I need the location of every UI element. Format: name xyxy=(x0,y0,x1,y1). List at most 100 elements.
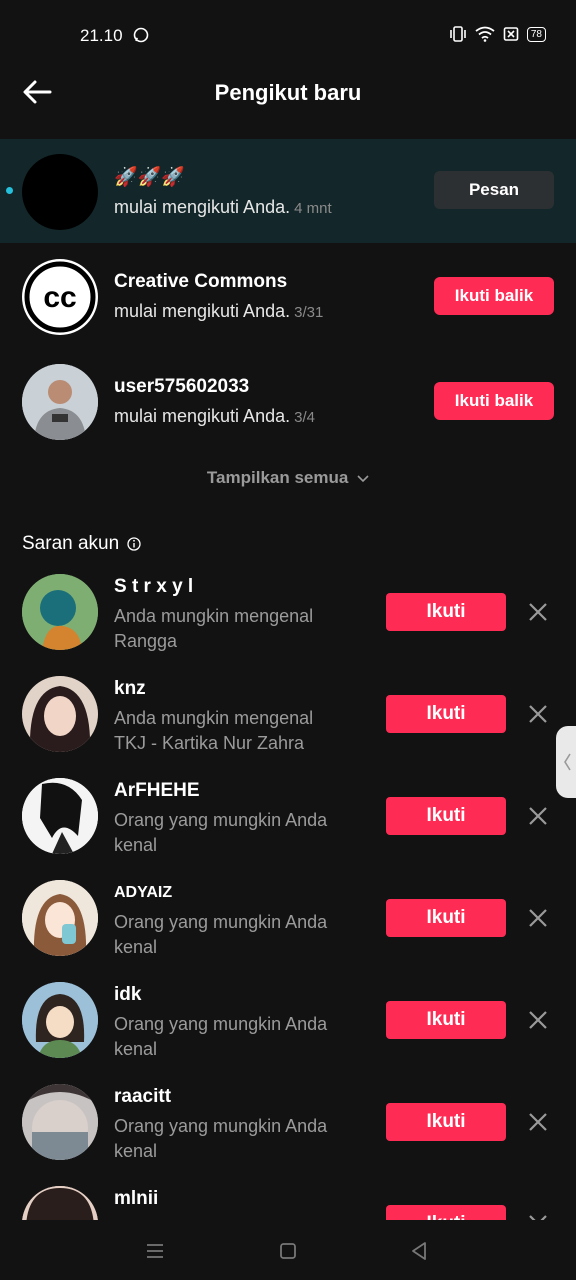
suggestion-reason: Orang yang mungkin Anda kenal xyxy=(114,1114,364,1164)
follower-action-text: mulai mengikuti Anda. xyxy=(114,406,291,426)
close-icon[interactable] xyxy=(526,600,550,624)
page-title: Pengikut baru xyxy=(214,80,362,105)
suggestion-name[interactable]: mlnii xyxy=(114,1188,158,1210)
avatar[interactable]: cc xyxy=(22,259,98,335)
follow-button[interactable]: Ikuti xyxy=(386,1205,506,1220)
suggestion-name[interactable]: ADYAIZ xyxy=(114,884,172,902)
menu-icon[interactable] xyxy=(144,1240,166,1262)
follower-action-text: mulai mengikuti Anda. xyxy=(114,197,291,217)
anime-girl-avatar-icon xyxy=(22,880,98,956)
suggestions-heading: Saran akun xyxy=(22,533,141,555)
follower-row[interactable]: 🚀🚀🚀 mulai mengikuti Anda. 4 mnt Pesan xyxy=(0,139,576,243)
chevron-down-icon xyxy=(357,474,369,482)
follower-row[interactable]: user575602033 mulai mengikuti Anda. 3/4 I… xyxy=(0,348,576,452)
follow-time: 4 mnt xyxy=(294,200,332,217)
header: Pengikut baru xyxy=(0,60,576,126)
face-photo-icon xyxy=(22,1084,98,1160)
follower-name[interactable]: Creative Commons xyxy=(114,271,287,293)
avatar[interactable] xyxy=(22,154,98,230)
reason-line: kenal xyxy=(114,835,158,855)
reason-line: kenal xyxy=(114,1141,158,1161)
follower-action: mulai mengikuti Anda. 3/31 xyxy=(114,301,323,322)
reason-line: Anda mungkin mengenal xyxy=(114,606,314,626)
reason-line: kenal xyxy=(114,1039,158,1059)
suggestion-reason: Anda mungkin mengenal TKJ - Kartika Nur … xyxy=(114,706,364,756)
avatar[interactable] xyxy=(22,982,98,1058)
face-photo-icon xyxy=(22,1186,98,1220)
follower-row[interactable]: cc Creative Commons mulai mengikuti Anda… xyxy=(0,243,576,347)
follow-button[interactable]: Ikuti xyxy=(386,1103,506,1141)
avatar[interactable] xyxy=(22,574,98,650)
reason-line: Rangga xyxy=(114,631,178,651)
suggestion-name[interactable]: knz xyxy=(114,678,146,700)
follower-name[interactable]: 🚀🚀🚀 xyxy=(114,165,185,189)
reason-line: Orang yang mungkin Anda xyxy=(114,810,328,830)
suggestion-reason: Anda mungkin mengenal Rangga xyxy=(114,604,364,654)
unread-dot xyxy=(6,187,13,194)
close-icon[interactable] xyxy=(526,1110,550,1134)
girl-photo-icon xyxy=(22,676,98,752)
suggestion-row[interactable]: ADYAIZ Orang yang mungkin Anda kenal Iku… xyxy=(0,880,576,980)
whatsapp-icon xyxy=(133,27,149,43)
follow-time: 3/4 xyxy=(294,409,315,426)
follow-back-button[interactable]: Ikuti balik xyxy=(434,382,554,420)
suggestion-name[interactable]: idk xyxy=(114,984,141,1006)
svg-text:cc: cc xyxy=(43,281,76,314)
close-icon[interactable] xyxy=(526,804,550,828)
follower-action: mulai mengikuti Anda. 3/4 xyxy=(114,406,315,427)
close-icon[interactable] xyxy=(526,906,550,930)
side-panel-handle[interactable] xyxy=(556,726,576,798)
suggestion-row[interactable]: mlnii Ikuti xyxy=(0,1186,576,1220)
avatar[interactable] xyxy=(22,676,98,752)
home-square-icon[interactable] xyxy=(277,1240,299,1262)
avatar[interactable] xyxy=(22,364,98,440)
status-time: 21.10 xyxy=(80,26,123,45)
reason-line: Anda mungkin mengenal xyxy=(114,708,314,728)
suggestion-reason: Orang yang mungkin Anda kenal xyxy=(114,808,364,858)
message-button[interactable]: Pesan xyxy=(434,171,554,209)
creative-commons-logo-icon: cc xyxy=(24,261,96,333)
follower-name[interactable]: user575602033 xyxy=(114,376,249,398)
person-photo-icon xyxy=(22,364,98,440)
close-icon[interactable] xyxy=(526,1008,550,1032)
follow-button[interactable]: Ikuti xyxy=(386,899,506,937)
avatar[interactable] xyxy=(22,1186,98,1220)
back-triangle-icon[interactable] xyxy=(408,1240,430,1262)
vibrate-icon xyxy=(450,26,466,42)
anime-character-avatar-icon xyxy=(22,982,98,1058)
close-icon[interactable] xyxy=(526,1212,550,1220)
suggestion-row[interactable]: idk Orang yang mungkin Anda kenal Ikuti xyxy=(0,982,576,1082)
follow-time: 3/31 xyxy=(294,304,324,321)
suggestion-name[interactable]: S t r x y l xyxy=(114,576,193,598)
no-sim-icon xyxy=(503,27,519,41)
avatar[interactable] xyxy=(22,1084,98,1160)
close-icon[interactable] xyxy=(526,702,550,726)
manga-avatar-icon xyxy=(22,778,98,854)
suggestion-name[interactable]: ArFHEHE xyxy=(114,780,200,802)
reason-line: Orang yang mungkin Anda xyxy=(114,1014,328,1034)
show-all-link[interactable]: Tampilkan semua xyxy=(0,468,576,488)
reason-line: Orang yang mungkin Anda xyxy=(114,1116,328,1136)
cartoon-avatar-icon xyxy=(22,574,98,650)
show-all-label: Tampilkan semua xyxy=(206,468,349,487)
follow-back-button[interactable]: Ikuti balik xyxy=(434,277,554,315)
suggestion-reason: Orang yang mungkin Anda kenal xyxy=(114,910,364,960)
reason-line: TKJ - Kartika Nur Zahra xyxy=(114,733,305,753)
follower-action-text: mulai mengikuti Anda. xyxy=(114,301,291,321)
suggestion-row[interactable]: ArFHEHE Orang yang mungkin Anda kenal Ik… xyxy=(0,778,576,878)
info-icon[interactable] xyxy=(127,537,141,551)
reason-line: Orang yang mungkin Anda xyxy=(114,912,328,932)
follow-button[interactable]: Ikuti xyxy=(386,593,506,631)
avatar[interactable] xyxy=(22,778,98,854)
suggestion-name[interactable]: raacitt xyxy=(114,1086,171,1108)
avatar[interactable] xyxy=(22,880,98,956)
follow-button[interactable]: Ikuti xyxy=(386,1001,506,1039)
follow-button[interactable]: Ikuti xyxy=(386,695,506,733)
system-nav-bar xyxy=(0,1220,576,1280)
system-icons: 78 xyxy=(449,26,546,42)
suggestion-row[interactable]: raacitt Orang yang mungkin Anda kenal Ik… xyxy=(0,1084,576,1184)
battery-indicator: 78 xyxy=(526,26,546,42)
suggestion-row[interactable]: knz Anda mungkin mengenal TKJ - Kartika … xyxy=(0,676,576,776)
suggestion-row[interactable]: S t r x y l Anda mungkin mengenal Rangga… xyxy=(0,574,576,674)
follow-button[interactable]: Ikuti xyxy=(386,797,506,835)
